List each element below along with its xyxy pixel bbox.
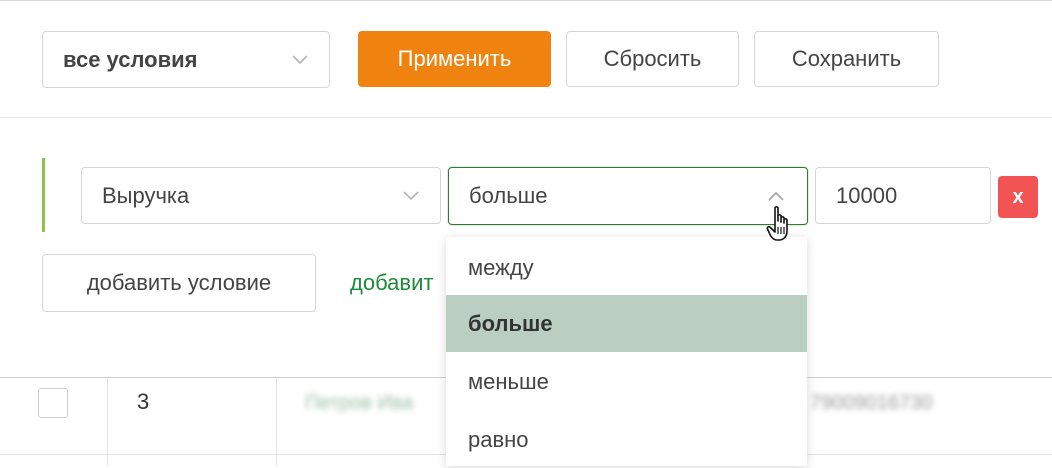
column-divider	[107, 378, 108, 466]
section-divider	[0, 117, 1052, 118]
field-select[interactable]: Выручка	[81, 167, 441, 224]
column-divider	[276, 378, 277, 466]
field-select-value: Выручка	[102, 182, 190, 208]
condition-mode-select[interactable]: все условия	[42, 31, 330, 88]
menu-option-between[interactable]: между	[446, 239, 807, 296]
chevron-down-icon	[291, 51, 309, 69]
menu-option-less[interactable]: меньше	[446, 353, 807, 410]
amount-input[interactable]: 10000	[815, 167, 991, 224]
reset-button[interactable]: Сбросить	[566, 31, 739, 87]
operator-select[interactable]: больше	[448, 167, 808, 225]
add-condition-button[interactable]: добавить условие	[42, 254, 316, 312]
row-number: 3	[137, 389, 150, 414]
condition-mode-value: все условия	[63, 46, 198, 72]
menu-option-greater[interactable]: больше	[446, 295, 807, 352]
chevron-down-icon	[402, 187, 420, 205]
top-border	[0, 0, 1052, 1]
row-checkbox[interactable]	[38, 388, 68, 418]
operator-dropdown-menu: между больше меньше равно	[446, 237, 807, 466]
operator-select-value: больше	[469, 183, 548, 208]
chevron-up-icon	[767, 187, 785, 205]
hand-pointer-cursor-icon	[766, 205, 798, 245]
remove-condition-button[interactable]: x	[998, 176, 1038, 218]
add-group-link[interactable]: добавит	[350, 270, 433, 296]
apply-button[interactable]: Применить	[358, 31, 551, 87]
amount-input-value: 10000	[836, 182, 898, 208]
condition-group-indicator	[42, 158, 45, 232]
row-phone-blurred: 79009016730	[810, 392, 933, 414]
menu-option-equal[interactable]: равно	[446, 411, 807, 468]
row-name-blurred: Петров Ива	[305, 392, 414, 414]
save-button[interactable]: Сохранить	[754, 31, 939, 87]
